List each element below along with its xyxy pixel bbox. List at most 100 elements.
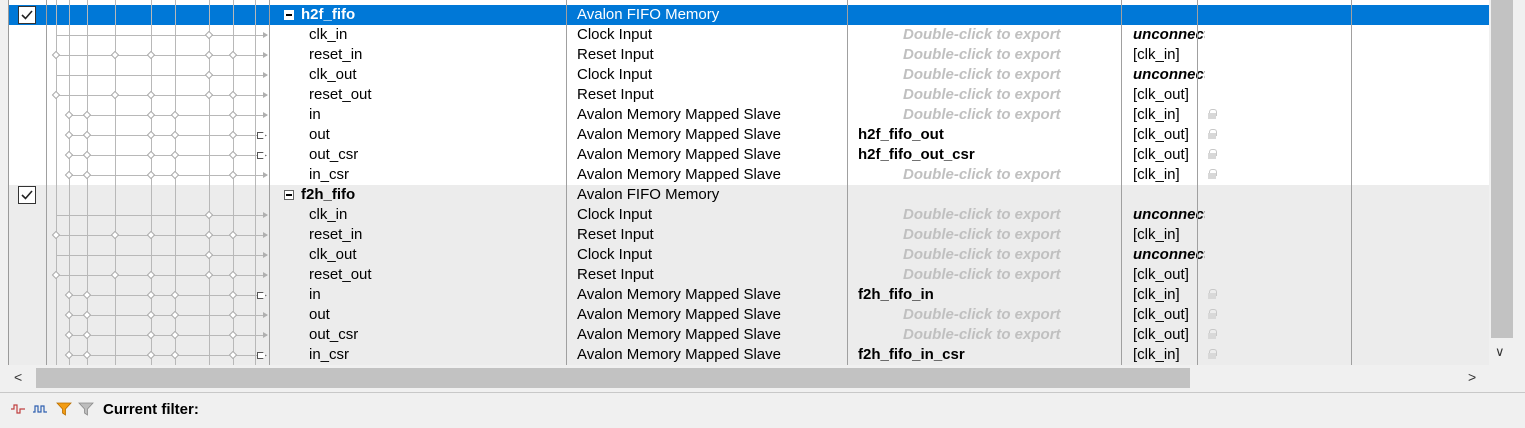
connection-line <box>69 135 267 136</box>
connection-arrow-icon <box>263 252 268 258</box>
scroll-down-icon[interactable]: ∨ <box>1495 344 1505 360</box>
lock-icon[interactable] <box>1208 349 1217 359</box>
lock-icon[interactable] <box>1208 169 1217 179</box>
description-cell: Clock Input <box>577 246 653 263</box>
description-cell: Avalon FIFO Memory <box>577 6 720 23</box>
component-name: h2f_fifo <box>301 6 356 23</box>
column-divider <box>1351 0 1352 365</box>
description-cell: Clock Input <box>577 66 653 83</box>
lock-icon[interactable] <box>1208 329 1217 339</box>
lock-icon[interactable] <box>1208 109 1217 119</box>
connection-arrow-icon <box>263 52 268 58</box>
clock-cell[interactable]: [clk_out] <box>1133 85 1205 105</box>
interface-name: out <box>309 126 330 143</box>
interface-name: reset_out <box>309 266 372 283</box>
description-cell: Avalon Memory Mapped Slave <box>577 126 781 143</box>
description-cell: Avalon FIFO Memory <box>577 186 720 203</box>
vertical-scroll-thumb[interactable] <box>1491 0 1513 338</box>
filter-icon[interactable] <box>56 402 72 416</box>
collapse-icon[interactable] <box>284 10 294 20</box>
component-row[interactable]: h2f_fifo Avalon FIFO Memory <box>9 5 1489 25</box>
connection-arrow-icon <box>263 32 268 38</box>
clock-cell[interactable]: [clk_in] <box>1133 165 1205 185</box>
interface-name: in_csr <box>309 346 350 363</box>
interface-name: out <box>309 306 330 323</box>
connection-arrow-icon <box>263 212 268 218</box>
connection-arrow-icon <box>263 312 268 318</box>
system-contents-grid: h2f_fifo Avalon FIFO Memory clk_in Clock In… <box>8 0 1489 365</box>
lock-icon[interactable] <box>1208 309 1217 319</box>
show-signals-icon[interactable] <box>10 402 26 416</box>
interface-name: reset_in <box>309 46 363 63</box>
clock-cell[interactable]: unconnected <box>1133 245 1205 265</box>
export-name[interactable]: h2f_fifo_out_csr <box>858 145 1128 165</box>
collapse-icon[interactable] <box>284 190 294 200</box>
description-cell: Reset Input <box>577 266 654 283</box>
checkmark-icon <box>21 10 33 20</box>
clock-cell[interactable]: [clk_out] <box>1133 325 1205 345</box>
export-name[interactable]: f2h_fifo_in <box>858 285 1128 305</box>
clock-cell[interactable]: unconnected <box>1133 65 1205 85</box>
interface-name: clk_out <box>309 66 357 83</box>
connection-arrow-icon <box>263 172 268 178</box>
column-divider <box>1197 0 1198 365</box>
use-checkbox[interactable] <box>18 186 36 204</box>
lock-icon[interactable] <box>1208 289 1217 299</box>
use-checkbox[interactable] <box>18 6 36 24</box>
connection-arrow-icon <box>263 112 268 118</box>
clock-cell[interactable]: unconnected <box>1133 205 1205 225</box>
description-cell: Avalon Memory Mapped Slave <box>577 346 781 363</box>
clock-cell[interactable]: [clk_in] <box>1133 345 1205 365</box>
connection-arrow-icon <box>263 332 268 338</box>
clock-cell[interactable]: [clk_in] <box>1133 225 1205 245</box>
clock-cell[interactable]: [clk_out] <box>1133 265 1205 285</box>
description-cell: Clock Input <box>577 26 653 43</box>
description-cell: Avalon Memory Mapped Slave <box>577 166 781 183</box>
description-cell: Avalon Memory Mapped Slave <box>577 286 781 303</box>
description-cell: Avalon Memory Mapped Slave <box>577 306 781 323</box>
connection-line <box>69 115 267 116</box>
horizontal-scrollbar[interactable]: < > <box>8 365 1489 392</box>
connection-line <box>69 175 267 176</box>
description-cell: Reset Input <box>577 226 654 243</box>
connection-line <box>69 315 267 316</box>
clock-cell[interactable]: [clk_out] <box>1133 125 1205 145</box>
interface-name: in <box>309 106 321 123</box>
clock-cell[interactable]: [clk_out] <box>1133 305 1205 325</box>
clock-cell[interactable]: [clk_in] <box>1133 105 1205 125</box>
connection-line <box>56 255 267 256</box>
component-row[interactable]: f2h_fifo Avalon FIFO Memory <box>9 185 1489 205</box>
interface-name: clk_out <box>309 246 357 263</box>
horizontal-scroll-thumb[interactable] <box>36 368 1190 388</box>
clock-cell[interactable]: [clk_out] <box>1133 145 1205 165</box>
column-divider <box>1121 0 1122 365</box>
clock-cell[interactable]: unconnected <box>1133 25 1205 45</box>
clock-cell[interactable]: [clk_in] <box>1133 45 1205 65</box>
connection-arrow-icon <box>263 232 268 238</box>
description-cell: Avalon Memory Mapped Slave <box>577 326 781 343</box>
current-filter-label: Current filter: <box>103 401 199 418</box>
checkmark-icon <box>21 190 33 200</box>
connection-line <box>56 215 267 216</box>
interface-name: reset_out <box>309 86 372 103</box>
connection-line <box>69 355 267 356</box>
description-cell: Avalon Memory Mapped Slave <box>577 146 781 163</box>
lock-icon[interactable] <box>1208 149 1217 159</box>
component-name: f2h_fifo <box>301 186 356 203</box>
export-name[interactable]: h2f_fifo_out <box>858 125 1128 145</box>
connection-arrow-icon <box>263 272 268 278</box>
interface-name: out_csr <box>309 326 359 343</box>
scroll-right-icon[interactable]: > <box>1468 369 1476 385</box>
description-cell: Avalon Memory Mapped Slave <box>577 106 781 123</box>
interface-name: reset_in <box>309 226 363 243</box>
clear-filter-icon[interactable] <box>78 402 94 416</box>
export-name[interactable]: f2h_fifo_in_csr <box>858 345 1128 365</box>
show-clocks-icon[interactable] <box>32 402 48 416</box>
clock-cell[interactable]: [clk_in] <box>1133 285 1205 305</box>
connection-line <box>69 295 267 296</box>
description-cell: Reset Input <box>577 86 654 103</box>
lock-icon[interactable] <box>1208 129 1217 139</box>
interface-name: in <box>309 286 321 303</box>
scroll-left-icon[interactable]: < <box>14 369 22 385</box>
vertical-scrollbar[interactable]: ∨ <box>1489 0 1516 365</box>
